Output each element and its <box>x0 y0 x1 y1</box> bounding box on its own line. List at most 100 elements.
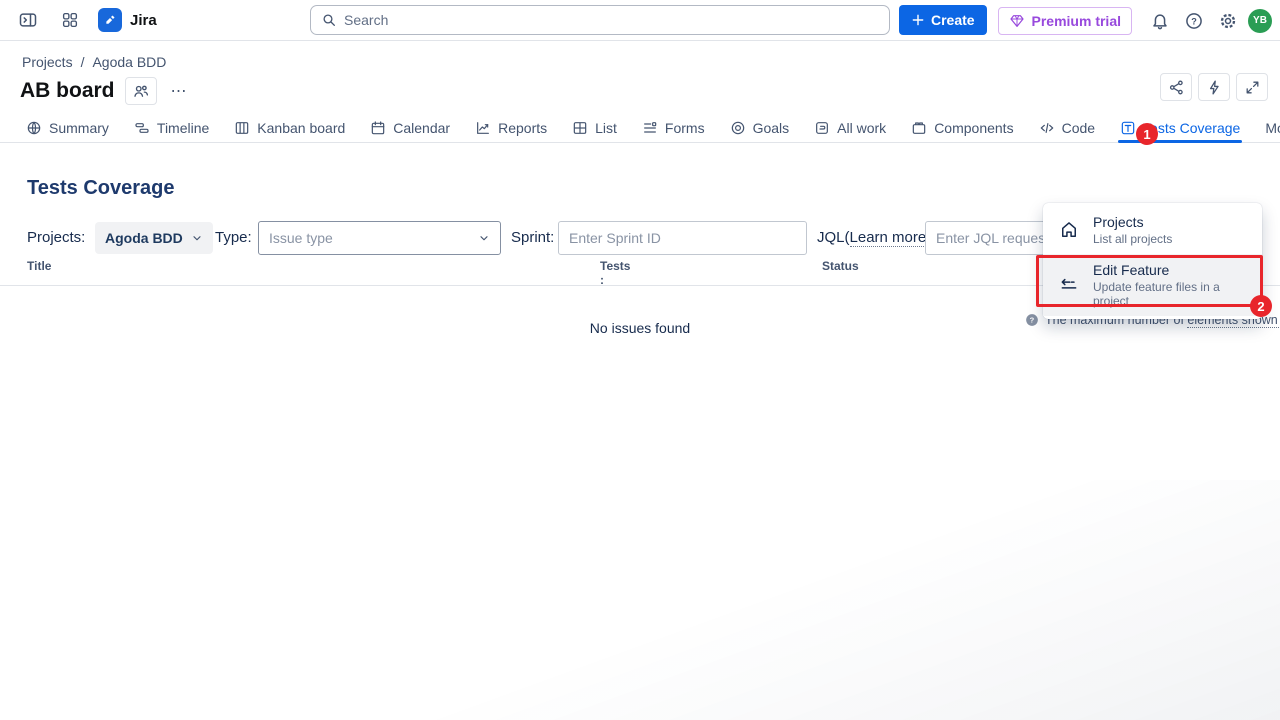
expand-icon <box>1244 79 1261 96</box>
sliders-icon <box>1059 275 1079 295</box>
toolbox-icon <box>911 120 927 136</box>
menu-item-edit-feature[interactable]: Edit Feature Update feature files in a p… <box>1043 254 1262 316</box>
tab-kanban-board[interactable]: Kanban board <box>234 114 345 143</box>
tab-reports[interactable]: Reports <box>475 114 547 143</box>
column-header-title: Title <box>27 259 51 273</box>
project-select-dropdown[interactable]: Agoda BDD <box>95 222 213 254</box>
menu-item-title: Projects <box>1093 214 1172 230</box>
code-icon <box>1039 120 1055 136</box>
breadcrumb-separator: / <box>81 54 85 70</box>
breadcrumb-projects-link[interactable]: Projects <box>22 54 73 70</box>
work-items-icon <box>814 120 830 136</box>
table-icon <box>572 120 588 136</box>
projects-filter-label: Projects: <box>27 221 85 255</box>
premium-trial-label: Premium trial <box>1032 13 1121 29</box>
issue-type-select[interactable]: Issue type <box>258 221 501 255</box>
breadcrumb: Projects / Agoda BDD <box>22 54 1280 70</box>
tab-code[interactable]: Code <box>1039 114 1095 143</box>
question-circle-icon: ? <box>1184 11 1204 31</box>
tab-goals[interactable]: Goals <box>730 114 790 143</box>
type-filter-label: Type: <box>215 221 252 255</box>
tab-calendar[interactable]: Calendar <box>370 114 450 143</box>
column-header-status: Status <box>822 259 859 273</box>
help-button[interactable]: ? <box>1180 7 1208 35</box>
tab-list[interactable]: List <box>572 114 617 143</box>
tab-label: All work <box>837 120 886 136</box>
globe-icon <box>26 120 42 136</box>
panel-actions-menu: Projects List all projects Edit Feature … <box>1043 203 1262 319</box>
tab-all-work[interactable]: All work <box>814 114 886 143</box>
menu-item-title: Edit Feature <box>1093 262 1246 278</box>
calendar-icon <box>370 120 386 136</box>
share-button[interactable] <box>1160 73 1192 101</box>
project-select-value: Agoda BDD <box>105 230 183 246</box>
settings-button[interactable] <box>1214 7 1242 35</box>
tab-timeline[interactable]: Timeline <box>134 114 209 143</box>
plus-icon <box>911 13 925 27</box>
tab-forms[interactable]: Forms <box>642 114 705 143</box>
create-button-label: Create <box>931 12 975 28</box>
question-filled-icon[interactable]: ? <box>1025 313 1039 327</box>
annotation-step-2-badge: 2 <box>1250 295 1272 317</box>
gem-icon <box>1009 13 1025 29</box>
search-icon <box>321 12 337 28</box>
jira-wordmark: Jira <box>130 12 157 29</box>
top-navigation-bar: Jira Search Create Premium trial <box>0 0 1280 41</box>
board-title: AB board <box>20 79 115 103</box>
tab-label: Summary <box>49 120 109 136</box>
board-more-button[interactable]: ⋯ <box>167 81 192 101</box>
create-button[interactable]: Create <box>899 5 987 35</box>
app-switcher-button[interactable] <box>56 6 84 34</box>
tab-label: Reports <box>498 120 547 136</box>
jql-filter-label: JQL(Learn more): <box>817 221 935 255</box>
chart-icon <box>475 120 491 136</box>
tab-components[interactable]: Components <box>911 114 1013 143</box>
tab-label: Components <box>934 120 1013 136</box>
jira-home-link[interactable]: Jira <box>98 8 157 32</box>
sprint-id-input[interactable] <box>558 221 807 255</box>
tab-label: Code <box>1062 120 1095 136</box>
annotation-step-1-badge: 1 <box>1136 123 1158 145</box>
tab-label: List <box>595 120 617 136</box>
timeline-icon <box>134 120 150 136</box>
background-shade <box>0 480 1280 720</box>
share-icon <box>1168 79 1185 96</box>
board-members-button[interactable] <box>125 77 157 105</box>
issue-type-placeholder: Issue type <box>269 230 333 246</box>
user-avatar[interactable]: YB <box>1248 9 1272 33</box>
sidebar-toggle-icon <box>18 10 38 30</box>
jira-logo-icon <box>98 8 122 32</box>
lightning-icon <box>1206 79 1223 96</box>
jql-learn-more-link[interactable]: Learn more <box>850 229 927 247</box>
tests-coverage-icon <box>1120 120 1136 136</box>
bell-icon <box>1150 11 1170 31</box>
tab-label: Timeline <box>157 120 209 136</box>
app-switcher-icon <box>61 11 79 29</box>
fullscreen-button[interactable] <box>1236 73 1268 101</box>
search-placeholder: Search <box>344 12 388 28</box>
tab-label: Kanban board <box>257 120 345 136</box>
chevron-down-icon <box>191 232 203 244</box>
notifications-button[interactable] <box>1146 7 1174 35</box>
tab-more[interactable]: More 5 <box>1265 114 1280 143</box>
svg-text:?: ? <box>1030 316 1035 325</box>
menu-item-subtitle: List all projects <box>1093 232 1172 246</box>
board-tabs: Summary Timeline Kanban board Calendar <box>0 114 1280 143</box>
global-search-input[interactable]: Search <box>310 5 890 35</box>
home-icon <box>1059 220 1079 240</box>
chevron-down-icon <box>478 232 490 244</box>
premium-trial-button[interactable]: Premium trial <box>998 7 1132 35</box>
gear-icon <box>1218 11 1238 31</box>
svg-text:?: ? <box>1191 16 1197 26</box>
more-tabs-label: More <box>1265 120 1280 136</box>
tab-label: Calendar <box>393 120 450 136</box>
tab-summary[interactable]: Summary <box>26 114 109 143</box>
menu-item-projects[interactable]: Projects List all projects <box>1043 206 1262 254</box>
automation-button[interactable] <box>1198 73 1230 101</box>
breadcrumb-project-link[interactable]: Agoda BDD <box>92 54 166 70</box>
menu-item-subtitle: Update feature files in a project <box>1093 280 1246 308</box>
tab-label: Goals <box>753 120 790 136</box>
people-icon <box>132 82 150 100</box>
board-action-buttons <box>1160 73 1268 101</box>
sidebar-toggle-button[interactable] <box>14 6 42 34</box>
